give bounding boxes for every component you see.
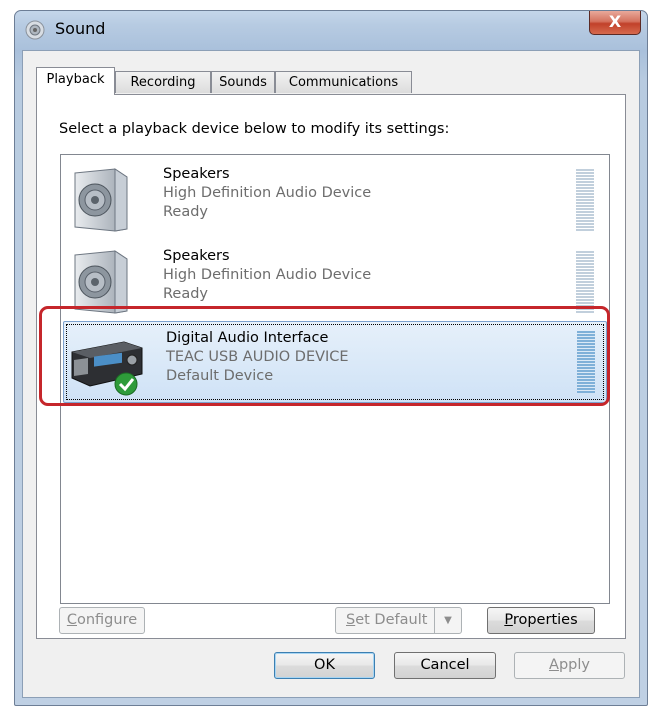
volume-meter [576,251,594,313]
speaker-icon [74,168,128,232]
ok-button[interactable]: OK [274,652,375,679]
set-default-label: et Default [355,612,428,628]
properties-button[interactable]: Properties [487,607,595,634]
tab-communications[interactable]: Communications [275,71,412,93]
instruction-text: Select a playback device below to modify… [59,121,450,137]
properties-label: roperties [512,612,578,628]
tab-sounds[interactable]: Sounds [211,71,275,93]
set-default-mnemonic: S [346,612,356,628]
apply-mnemonic: A [549,657,559,673]
cancel-button[interactable]: Cancel [394,652,496,679]
properties-mnemonic: P [504,612,513,628]
device-item-speakers-1[interactable]: Speakers High Definition Audio Device Re… [61,159,609,237]
close-button[interactable]: X [589,11,641,35]
chevron-down-icon[interactable]: ▼ [434,608,461,633]
configure-button[interactable]: Configure [59,607,145,634]
apply-button[interactable]: Apply [514,652,625,679]
device-description: High Definition Audio Device [163,185,372,201]
device-status: Ready [163,286,209,302]
device-status: Ready [163,204,209,220]
selection-highlight-annotation [39,306,610,406]
set-default-button[interactable]: Set Default ▼ [335,607,462,634]
tab-playback[interactable]: Playback [36,67,115,95]
device-name: Speakers [163,248,230,264]
close-icon: X [608,12,622,31]
device-description: High Definition Audio Device [163,267,372,283]
speaker-icon [25,20,45,40]
window-title: Sound [55,19,106,38]
title-bar[interactable]: Sound X [15,11,647,47]
apply-label: pply [558,657,590,673]
volume-meter [576,169,594,231]
configure-mnemonic: C [66,612,77,628]
tab-recording[interactable]: Recording [115,71,211,93]
device-name: Speakers [163,166,230,182]
configure-label: onfigure [76,612,138,628]
